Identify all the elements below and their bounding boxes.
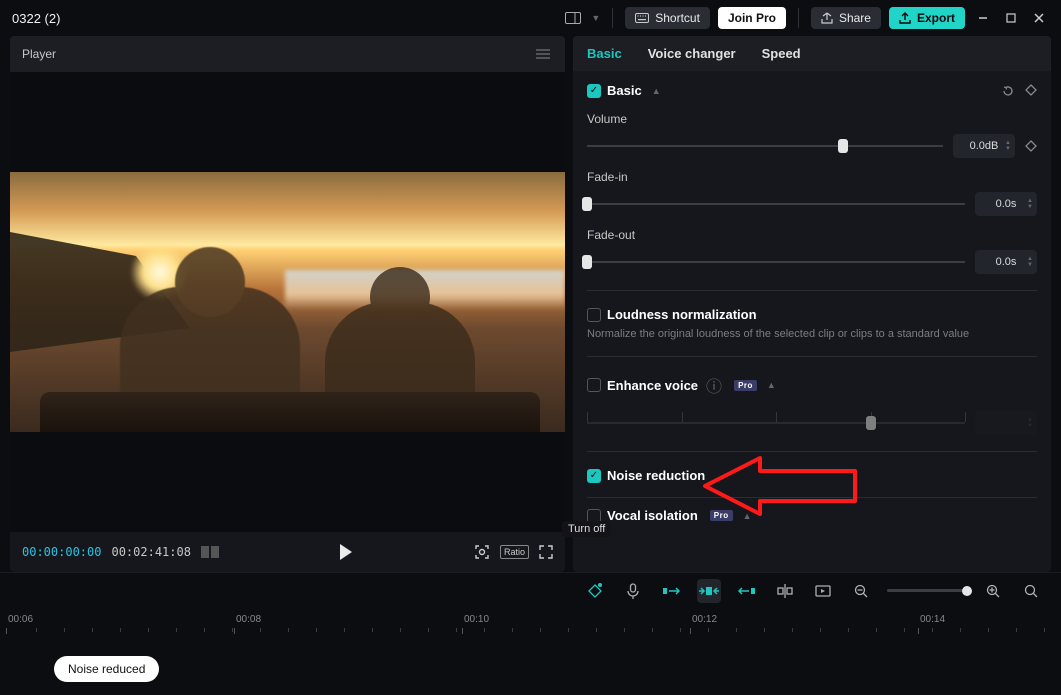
focus-icon[interactable] (474, 544, 490, 560)
player-header: Player (10, 36, 565, 72)
shortcut-button[interactable]: Shortcut (625, 7, 710, 29)
loudness-checkbox[interactable] (587, 308, 601, 322)
fade-out-control: Fade-out 0.0s▲▼ (587, 228, 1037, 274)
main-area: Player 00:00:00:00 00:02:41:08 Ratio (0, 36, 1061, 572)
ruler-tick: 00:12 (692, 614, 717, 625)
auto-keyframe-icon[interactable] (583, 579, 607, 603)
toast-notification: Noise reduced (54, 656, 159, 682)
video-frame (10, 172, 565, 432)
align-icon[interactable] (773, 579, 797, 603)
compare-icon[interactable] (201, 546, 219, 558)
fade-out-value[interactable]: 0.0s▲▼ (975, 250, 1037, 274)
collapse-icon[interactable]: ▲ (652, 86, 661, 96)
project-title: 0322 (2) (12, 11, 563, 26)
close-icon[interactable] (1029, 8, 1049, 28)
volume-slider[interactable] (587, 139, 943, 153)
ruler-tick: 00:14 (920, 614, 945, 625)
basic-checkbox[interactable]: ✓ (587, 84, 601, 98)
ratio-button[interactable]: Ratio (500, 545, 529, 559)
noise-reduction-section: ✓ Noise reduction (587, 468, 1037, 483)
fade-in-slider[interactable] (587, 197, 965, 211)
fade-in-control: Fade-in 0.0s▲▼ (587, 170, 1037, 216)
properties-content: ✓ Basic ▲ Volume 0.0dB▲▼ (573, 71, 1051, 572)
share-icon (821, 12, 833, 24)
reset-icon[interactable] (1001, 84, 1015, 98)
preview-icon[interactable] (811, 579, 835, 603)
player-panel: Player 00:00:00:00 00:02:41:08 Ratio (10, 36, 565, 572)
player-title: Player (22, 47, 56, 61)
magnet-right-icon[interactable] (735, 579, 759, 603)
collapse-icon[interactable]: ▲ (767, 380, 776, 390)
top-bar: 0322 (2) ▼ Shortcut Join Pro Share Expor… (0, 0, 1061, 36)
noise-reduction-checkbox[interactable]: ✓ (587, 469, 601, 483)
enhance-voice-slider[interactable] (587, 416, 965, 430)
enhance-voice-checkbox[interactable] (587, 378, 601, 392)
tooltip-turn-off: Turn off (562, 521, 611, 537)
minimize-icon[interactable] (973, 8, 993, 28)
magnet-center-icon[interactable] (697, 579, 721, 603)
join-pro-button[interactable]: Join Pro (718, 7, 786, 29)
loudness-label: Loudness normalization (607, 307, 757, 322)
tab-basic[interactable]: Basic (587, 46, 622, 61)
noise-reduction-label: Noise reduction (607, 468, 705, 483)
keyboard-icon (635, 13, 649, 23)
enhance-voice-value[interactable]: ▲▼ (975, 411, 1037, 435)
mic-icon[interactable] (621, 579, 645, 603)
volume-control: Volume 0.0dB▲▼ (587, 112, 1037, 158)
collapse-icon[interactable]: ▲ (743, 511, 752, 521)
play-button[interactable] (339, 544, 353, 560)
maximize-icon[interactable] (1001, 8, 1021, 28)
pro-badge: Pro (734, 380, 757, 391)
loudness-description: Normalize the original loudness of the s… (587, 328, 1037, 340)
fade-in-label: Fade-in (587, 170, 1037, 184)
player-viewport[interactable] (10, 72, 565, 532)
export-button[interactable]: Export (889, 7, 965, 29)
vocal-isolation-section: Vocal isolation Pro ▲ (587, 508, 1037, 523)
duration-timecode: 00:02:41:08 (111, 545, 190, 559)
export-icon (899, 12, 911, 24)
ruler-tick: 00:10 (464, 614, 489, 625)
zoom-slider[interactable] (887, 589, 967, 592)
timeline-toolbar (0, 572, 1061, 608)
share-button[interactable]: Share (811, 7, 881, 29)
fade-out-slider[interactable] (587, 255, 965, 269)
player-controls: 00:00:00:00 00:02:41:08 Ratio (10, 532, 565, 572)
topbar-right-group: ▼ Shortcut Join Pro Share Export (563, 7, 1049, 29)
tab-speed[interactable]: Speed (762, 46, 801, 61)
fullscreen-icon[interactable] (539, 545, 553, 559)
ruler-tick: 00:06 (8, 614, 33, 625)
properties-panel: Basic Voice changer Speed ✓ Basic ▲ Volu… (573, 36, 1051, 572)
tab-voice-changer[interactable]: Voice changer (648, 46, 736, 61)
zoom-fit-icon[interactable] (1019, 579, 1043, 603)
volume-keyframe-icon[interactable] (1025, 140, 1037, 152)
enhance-voice-section: Enhance voice ⓘ Pro ▲ (587, 373, 1037, 435)
info-icon[interactable]: ⓘ (706, 373, 722, 397)
ruler-tick: 00:08 (236, 614, 261, 625)
enhance-voice-label: Enhance voice (607, 378, 698, 393)
chevron-down-icon[interactable]: ▼ (591, 13, 600, 23)
magnet-left-icon[interactable] (659, 579, 683, 603)
keyframe-icon[interactable] (1025, 84, 1037, 98)
tabs-bar: Basic Voice changer Speed (573, 36, 1051, 71)
volume-value[interactable]: 0.0dB▲▼ (953, 134, 1015, 158)
hamburger-icon[interactable] (533, 44, 553, 64)
zoom-out-icon[interactable] (849, 579, 873, 603)
volume-label: Volume (587, 112, 1037, 126)
layout-icon[interactable] (563, 8, 583, 28)
zoom-in-icon[interactable] (981, 579, 1005, 603)
current-timecode[interactable]: 00:00:00:00 (22, 545, 101, 559)
pro-badge: Pro (710, 510, 733, 521)
basic-section-label: Basic (607, 83, 642, 98)
fade-out-label: Fade-out (587, 228, 1037, 242)
timeline-ruler[interactable]: 00:06 00:08 00:10 00:12 00:14 (0, 608, 1061, 636)
vocal-isolation-label: Vocal isolation (607, 508, 698, 523)
section-basic-header: ✓ Basic ▲ (587, 83, 1037, 98)
loudness-section: Loudness normalization Normalize the ori… (587, 307, 1037, 340)
fade-in-value[interactable]: 0.0s▲▼ (975, 192, 1037, 216)
